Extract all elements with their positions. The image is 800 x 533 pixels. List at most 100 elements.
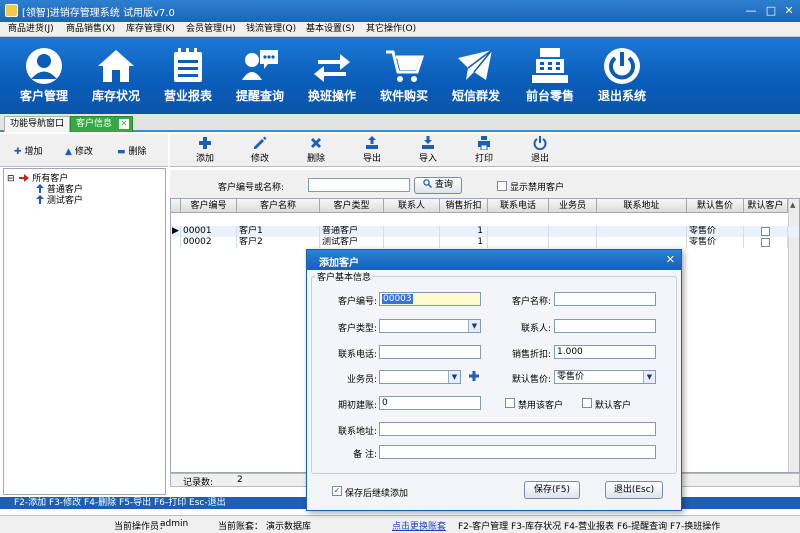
cell-discount[interactable]: 1 [440, 237, 488, 248]
chevron-down-icon[interactable]: ▼ [643, 371, 655, 383]
dialog-exit-button[interactable]: 退出(Esc) [605, 481, 663, 499]
tree-node-test[interactable]: 测试客户 [36, 193, 83, 206]
cell-code[interactable]: 00002 [181, 237, 237, 248]
row-indicator-header [171, 199, 181, 213]
toolbar-buy-button[interactable]: 软件购买 [366, 37, 442, 114]
category-edit-button[interactable]: ▲ 修改 [65, 144, 93, 157]
cell-address[interactable] [597, 237, 687, 248]
column-header-name[interactable]: 客户名称 [237, 199, 320, 213]
toolbar-report-button[interactable]: 营业报表 [150, 37, 226, 114]
table-row[interactable]: 00002 客户2 测试客户 1 零售价 [171, 237, 799, 248]
contact-input[interactable] [554, 319, 656, 333]
show-disabled-checkbox[interactable] [497, 181, 507, 191]
column-header-contact[interactable]: 联系人 [384, 199, 440, 213]
cell-discount[interactable]: 1 [440, 226, 488, 237]
code-input[interactable]: 00003 [379, 292, 481, 306]
search-button[interactable]: 查询 [414, 177, 462, 194]
toolbar-shift-button[interactable]: 换班操作 [294, 37, 370, 114]
tree-expander-icon[interactable]: ⊟ [7, 174, 15, 184]
cell-phone[interactable] [488, 237, 549, 248]
menu-purchase[interactable]: 商品进货(J) [8, 23, 54, 36]
add-salesman-icon[interactable] [468, 370, 480, 382]
column-header-default[interactable]: 默认客户 [744, 199, 788, 213]
tab-navigation[interactable]: 功能导航窗口 [4, 116, 71, 132]
code-input-value: 00003 [382, 294, 413, 304]
code-label: 客户编号: [337, 297, 377, 307]
cell-phone[interactable] [488, 226, 549, 237]
delete-button[interactable]: 删除 [296, 136, 336, 164]
cell-contact[interactable] [384, 237, 440, 248]
cell-salesman[interactable] [549, 237, 597, 248]
phone-input[interactable] [379, 345, 481, 359]
column-header-salesman[interactable]: 业务员 [549, 199, 597, 213]
cell-type[interactable]: 普通客户 [320, 226, 384, 237]
cell-type[interactable]: 测试客户 [320, 237, 384, 248]
add-button[interactable]: 添加 [185, 136, 225, 164]
name-input[interactable] [554, 292, 656, 306]
column-header-discount[interactable]: 销售折扣 [440, 199, 488, 213]
toolbar-exit-button[interactable]: 退出系统 [584, 37, 660, 114]
exit-button[interactable]: 退出 [520, 136, 560, 164]
cell-salesman[interactable] [549, 226, 597, 237]
import-button[interactable]: 导入 [408, 136, 448, 164]
address-input[interactable] [379, 422, 656, 436]
cell-name[interactable]: 客户2 [237, 237, 320, 248]
cell-default[interactable] [744, 226, 788, 237]
tab-customer-info[interactable]: 客户信息 ✕ [70, 116, 134, 132]
column-header-price[interactable]: 默认售价 [687, 199, 744, 213]
menu-cashflow[interactable]: 钱流管理(Q) [246, 23, 296, 36]
discount-input[interactable]: 1.000 [554, 345, 656, 359]
opening-input[interactable]: 0 [379, 396, 481, 410]
disable-customer-checkbox[interactable] [505, 398, 515, 408]
continue-add-checkbox[interactable]: ✓ [332, 486, 342, 496]
type-select[interactable]: ▼ [379, 319, 481, 333]
chevron-down-icon[interactable]: ▼ [448, 371, 460, 383]
remark-input[interactable] [379, 445, 656, 459]
menu-other[interactable]: 其它操作(O) [366, 23, 416, 36]
cell-price[interactable]: 零售价 [687, 226, 744, 237]
column-header-type[interactable]: 客户类型 [320, 199, 384, 213]
cell-name[interactable]: 客户1 [237, 226, 320, 237]
default-customer-checkbox[interactable] [582, 398, 592, 408]
search-input[interactable] [308, 178, 410, 192]
cell-price[interactable]: 零售价 [687, 237, 744, 248]
toolbar-stock-button[interactable]: 库存状况 [78, 37, 154, 114]
price-select[interactable]: 零售价 ▼ [554, 370, 656, 384]
show-disabled-label: 显示禁用客户 [510, 183, 565, 193]
column-header-code[interactable]: 客户编号 [181, 199, 237, 213]
close-window-button[interactable]: ✕ [778, 3, 800, 19]
toolbar-customer-button[interactable]: 客户管理 [6, 37, 82, 114]
cell-default[interactable] [744, 237, 788, 248]
close-icon[interactable]: ✕ [119, 119, 130, 129]
toolbar-retail-button[interactable]: 前台零售 [512, 37, 588, 114]
print-button[interactable]: 打印 [464, 136, 504, 164]
switch-account-link[interactable]: 点击更换账套 [392, 519, 446, 532]
category-add-label: 增加 [24, 147, 43, 157]
table-row[interactable]: ▶ 00001 客户1 普通客户 1 零售价 [171, 226, 799, 237]
column-header-phone[interactable]: 联系电话 [488, 199, 549, 213]
cell-contact[interactable] [384, 226, 440, 237]
dialog-close-icon[interactable]: ✕ [666, 253, 675, 266]
cell-code[interactable]: 00001 [181, 226, 237, 237]
menu-settings[interactable]: 基本设置(S) [306, 23, 355, 36]
menu-inventory[interactable]: 库存管理(K) [126, 23, 175, 36]
tab-bar: 功能导航窗口 客户信息 ✕ [0, 114, 800, 132]
menu-sales[interactable]: 商品销售(X) [66, 23, 115, 36]
column-header-address[interactable]: 联系地址 [597, 199, 687, 213]
toolbar-reminder-button[interactable]: 提醒查询 [222, 37, 298, 114]
toolbar-sms-button[interactable]: 短信群发 [438, 37, 514, 114]
save-button[interactable]: 保存(F5) [524, 481, 580, 499]
salesman-select[interactable]: ▼ [379, 370, 461, 384]
category-add-button[interactable]: ✚ 增加 [14, 144, 43, 157]
minimize-button[interactable]: — [740, 3, 762, 19]
default-checkbox[interactable] [761, 238, 770, 247]
chevron-down-icon[interactable]: ▼ [468, 320, 480, 332]
edit-button[interactable]: 修改 [240, 136, 280, 164]
export-button[interactable]: 导出 [352, 136, 392, 164]
menu-members[interactable]: 会员管理(H) [186, 23, 236, 36]
cell-address[interactable] [597, 226, 687, 237]
default-checkbox[interactable] [761, 227, 770, 236]
opening-label: 期初建账: [337, 401, 377, 411]
scroll-up-icon[interactable]: ▲ [790, 201, 795, 209]
category-delete-button[interactable]: ▬ 删除 [117, 144, 147, 157]
